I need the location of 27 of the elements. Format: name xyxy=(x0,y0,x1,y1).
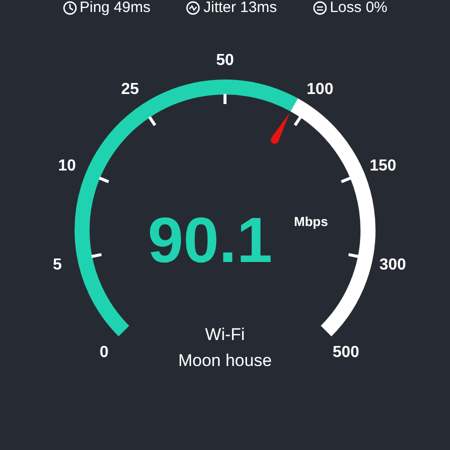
tick-mark xyxy=(340,176,352,184)
tick-mark xyxy=(148,116,156,126)
scale-label: 150 xyxy=(370,158,396,175)
speed-value: 90.1 xyxy=(148,204,272,276)
tick-mark xyxy=(348,253,359,258)
stat-text: Loss 0% xyxy=(330,0,388,16)
loss-icon xyxy=(312,1,327,15)
ping-icon xyxy=(62,1,77,15)
unit-label: Mbps xyxy=(294,214,328,229)
tick-mark xyxy=(294,116,302,126)
scale-label: 10 xyxy=(58,158,76,175)
tick-mark xyxy=(91,253,102,258)
scale-label: 0 xyxy=(100,344,109,361)
scale-label: 300 xyxy=(379,256,406,274)
network-name: Moon house xyxy=(178,351,272,370)
network-type: Wi-Fi xyxy=(205,325,245,344)
stat-text: Jitter 13ms xyxy=(203,0,277,16)
stat-text: Ping 49ms xyxy=(80,0,150,16)
scale-label: 25 xyxy=(121,80,139,98)
tick-mark xyxy=(98,176,110,184)
needle xyxy=(270,112,290,144)
scale-label: 50 xyxy=(216,52,234,69)
jitter-icon xyxy=(186,1,200,15)
tick-mark xyxy=(224,94,226,104)
scale-label: 5 xyxy=(52,256,62,274)
scale-label: 100 xyxy=(306,80,334,98)
scale-label: 500 xyxy=(332,344,360,361)
